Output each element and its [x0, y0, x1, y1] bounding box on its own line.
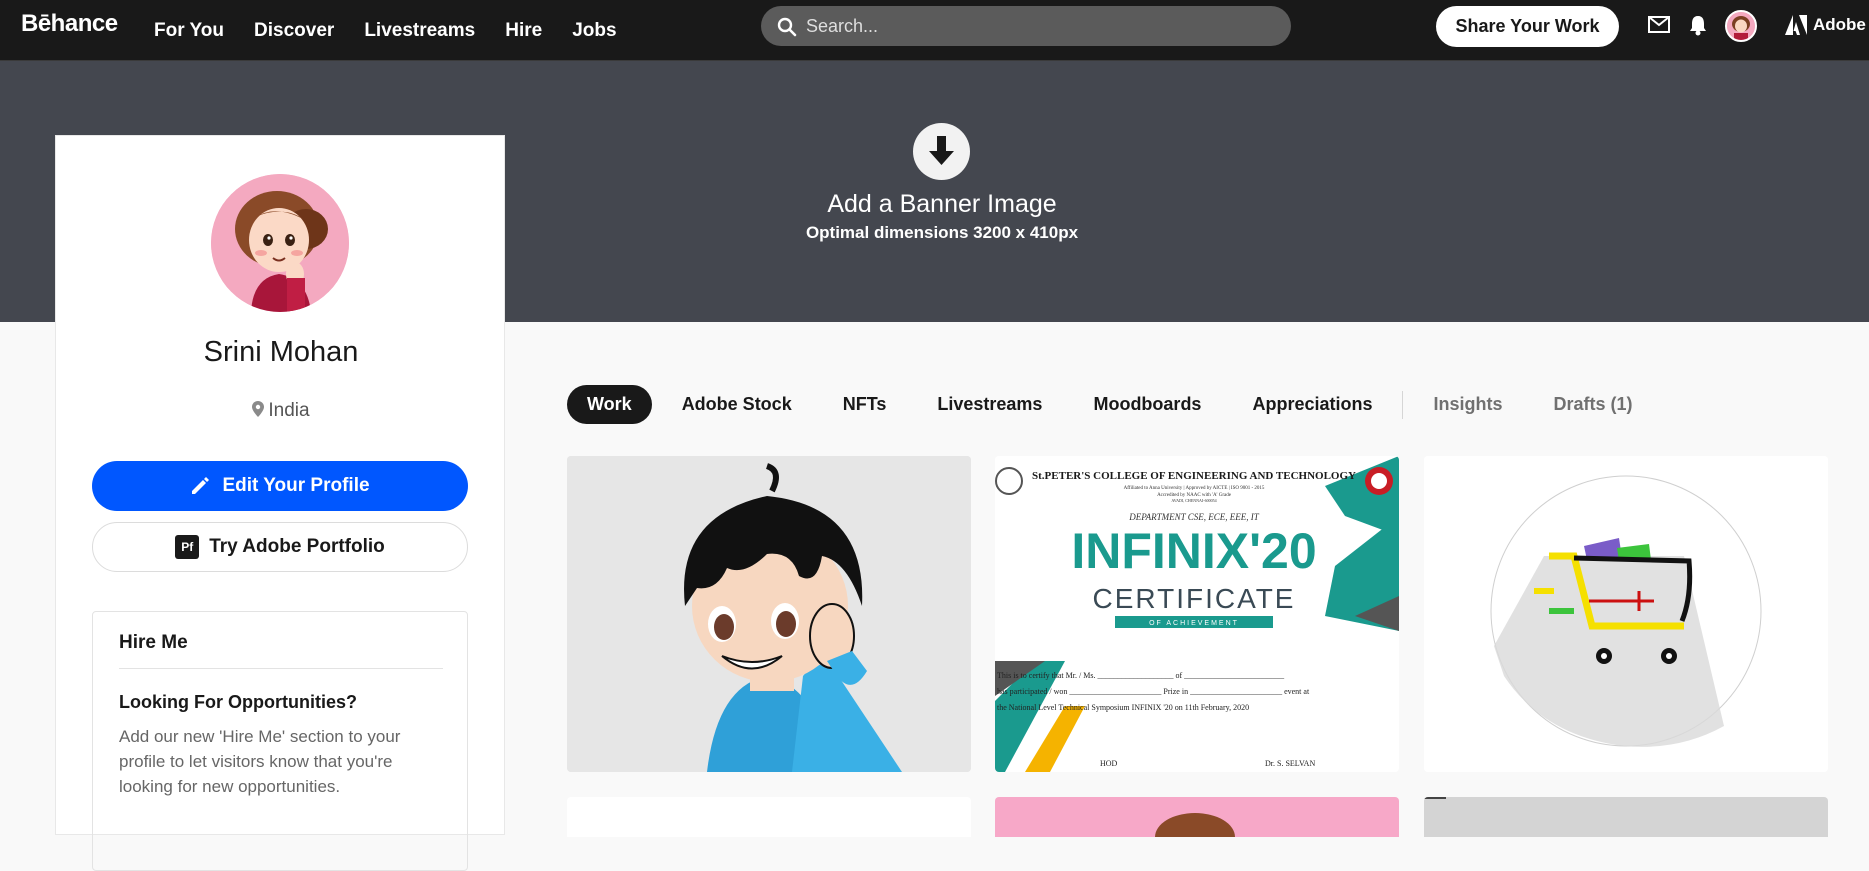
certificate-ribbon: OF ACHIEVEMENT — [1149, 620, 1239, 627]
profile-card: Srini Mohan India Edit Your Profile Pf T… — [55, 135, 506, 871]
mail-icon[interactable] — [1648, 16, 1670, 33]
hire-me-subtitle: Looking For Opportunities? — [119, 692, 357, 712]
tab-nfts[interactable]: NFTs — [822, 385, 908, 424]
project-tile-row2-1[interactable] — [567, 797, 971, 837]
search-bar[interactable] — [761, 6, 1291, 46]
certificate-sign-hod: HOD — [1100, 759, 1118, 768]
certificate-line-2: has participated / won _________________… — [997, 687, 1310, 696]
adobe-logo-icon — [1785, 15, 1807, 35]
certificate-heading: CERTIFICATE — [1093, 583, 1296, 614]
hire-me-description: Add our new 'Hire Me' section to your pr… — [119, 727, 401, 796]
edit-profile-label: Edit Your Profile — [222, 475, 370, 496]
tab-appreciations[interactable]: Appreciations — [1231, 385, 1393, 424]
search-icon — [777, 17, 797, 37]
search-input[interactable] — [806, 6, 1276, 46]
nav-link-jobs[interactable]: Jobs — [572, 20, 616, 42]
nav-link-discover[interactable]: Discover — [254, 20, 334, 42]
certificate-sign-principal: Dr. S. SELVAN — [1265, 759, 1315, 768]
user-avatar[interactable] — [1725, 10, 1757, 42]
project-tile-row2-3[interactable] — [1424, 797, 1828, 837]
nav-link-for-you[interactable]: For You — [154, 20, 224, 42]
adobe-portfolio-icon: Pf — [175, 535, 200, 559]
certificate-college-name: St.PETER'S COLLEGE OF ENGINEERING AND TE… — [1032, 470, 1356, 482]
banner-title[interactable]: Add a Banner Image — [700, 190, 1184, 219]
profile-name: Srini Mohan — [203, 336, 359, 368]
behance-logo[interactable]: Bēhance — [21, 10, 118, 38]
location-pin-icon — [252, 401, 265, 417]
project-tile-certificate[interactable]: St.PETER'S COLLEGE OF ENGINEERING AND TE… — [995, 456, 1399, 772]
profile-avatar[interactable] — [211, 174, 349, 312]
adobe-menu[interactable]: Adobe — [1785, 15, 1866, 35]
tab-divider — [1402, 390, 1404, 419]
project-tile-row2-2[interactable] — [995, 797, 1399, 837]
edit-profile-button[interactable]: Edit Your Profile — [92, 461, 468, 511]
top-navigation-bar: Bēhance For You Discover Livestreams Hir… — [0, 0, 1869, 61]
location-text: India — [268, 400, 310, 421]
project-tile-cart-logo[interactable] — [1424, 456, 1828, 772]
pencil-icon — [192, 477, 210, 494]
hire-me-title: Hire Me — [119, 632, 188, 653]
certificate-affiliation: Affiliated to Anna University | Approved… — [1124, 486, 1265, 491]
tab-insights[interactable]: Insights — [1412, 385, 1523, 424]
divider — [119, 668, 443, 669]
certificate-event-name: INFINIX'20 — [1071, 523, 1316, 579]
share-your-work-button[interactable]: Share Your Work — [1436, 6, 1619, 47]
adobe-label: Adobe — [1813, 15, 1866, 34]
hire-me-section: Hire Me Looking For Opportunities? Add o… — [92, 611, 468, 871]
profile-tabs: Work Adobe Stock NFTs Livestreams Moodbo… — [567, 385, 1663, 424]
notification-bell-icon[interactable] — [1688, 14, 1708, 36]
tab-work[interactable]: Work — [567, 385, 652, 424]
project-tile-anime-boy[interactable] — [567, 456, 971, 772]
profile-location: India — [56, 400, 506, 422]
portfolio-label: Try Adobe Portfolio — [209, 536, 385, 557]
tab-moodboards[interactable]: Moodboards — [1072, 385, 1222, 424]
try-adobe-portfolio-button[interactable]: Pf Try Adobe Portfolio — [92, 522, 468, 572]
certificate-departments: DEPARTMENT CSE, ECE, EEE, IT — [1128, 512, 1259, 522]
banner-subtitle: Optimal dimensions 3200 x 410px — [805, 223, 1079, 242]
nav-link-livestreams[interactable]: Livestreams — [364, 20, 475, 42]
tab-drafts[interactable]: Drafts (1) — [1533, 385, 1654, 424]
certificate-line-3: the National Level Technical Symposium I… — [997, 703, 1249, 712]
nav-link-hire[interactable]: Hire — [505, 20, 542, 42]
certificate-line-1: This is to certify that Mr. / Ms. ______… — [997, 671, 1285, 680]
download-arrow-icon[interactable] — [913, 123, 970, 180]
primary-nav: For You Discover Livestreams Hire Jobs — [154, 0, 647, 61]
tab-adobe-stock[interactable]: Adobe Stock — [661, 385, 813, 424]
tab-livestreams[interactable]: Livestreams — [916, 385, 1063, 424]
